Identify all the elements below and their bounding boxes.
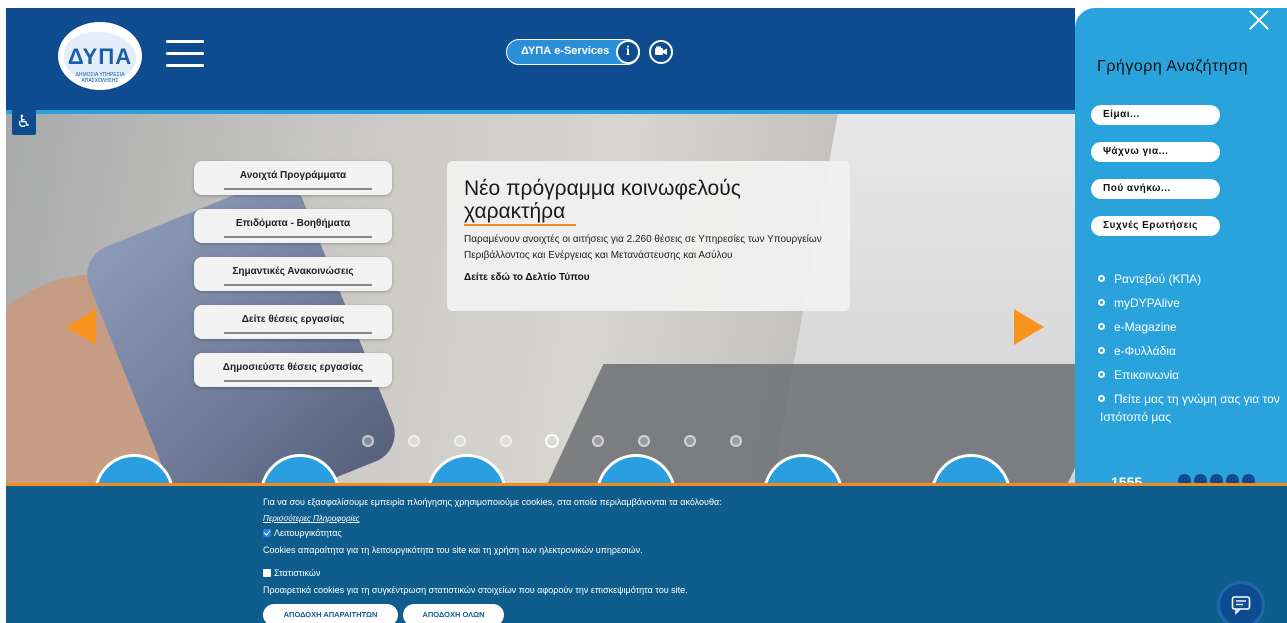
carousel-dot-4[interactable] — [500, 435, 512, 447]
quick-link-label: Πείτε μας τη γνώμη σας για τον Ιστότοπό … — [1100, 392, 1280, 424]
slide-press-release-link[interactable]: Δείτε εδώ το Δελτίο Τύπου — [464, 272, 834, 283]
bullet-icon — [1098, 275, 1105, 282]
checkbox-checked-icon[interactable] — [263, 529, 271, 537]
site-header: ΔΥΠΑ ΔΗΜΟΣΙΑ ΥΠΗΡΕΣΙΑ ΑΠΑΣΧΟΛΗΣΗΣ ΔΥΠΑ e… — [6, 8, 1075, 110]
announcements-label: Σημαντικές Ανακοινώσεις — [232, 266, 354, 277]
info-icon[interactable]: i — [616, 40, 640, 64]
carousel-prev-arrow-icon[interactable] — [66, 309, 96, 345]
bullet-icon — [1098, 323, 1105, 330]
benefits-label: Επιδόματα - Βοηθήματα — [235, 218, 351, 229]
logo-subtext: ΔΗΜΟΣΙΑ ΥΠΗΡΕΣΙΑ ΑΠΑΣΧΟΛΗΣΗΣ — [75, 72, 125, 84]
bullet-icon — [1098, 299, 1105, 306]
carousel-dot-1[interactable] — [362, 435, 374, 447]
i-am-button[interactable]: Είμαι... — [1091, 105, 1220, 125]
accept-all-button[interactable]: ΑΠΟΔΟΧΗ ΟΛΩΝ — [403, 604, 504, 623]
accessibility-icon[interactable]: ♿ — [12, 109, 36, 135]
looking-for-button[interactable]: Ψάχνω για... — [1091, 142, 1220, 162]
cookie-functional-option[interactable]: Λειτουργικότητας — [263, 528, 342, 538]
cookie-functional-label: Λειτουργικότητας — [274, 528, 342, 538]
quick-link-feedback[interactable]: Πείτε μας τη γνώμη σας για τον Ιστότοπό … — [1098, 390, 1285, 426]
video-camera-icon[interactable] — [649, 40, 673, 64]
page: ΔΥΠΑ ΔΗΜΟΣΙΑ ΥΠΗΡΕΣΙΑ ΑΠΑΣΧΟΛΗΣΗΣ ΔΥΠΑ e… — [6, 8, 1287, 623]
carousel-dot-9[interactable] — [730, 435, 742, 447]
quick-search-panel: Γρήγορη Αναζήτηση Είμαι... Ψάχνω για... … — [1075, 8, 1287, 490]
chat-icon[interactable] — [1220, 584, 1262, 623]
quick-link-contact[interactable]: Επικοινωνία — [1098, 366, 1180, 384]
bullet-icon — [1098, 371, 1105, 378]
announcements-button[interactable]: Σημαντικές Ανακοινώσεις — [194, 257, 392, 291]
quick-link-label: Επικοινωνία — [1114, 368, 1180, 382]
dypa-logo[interactable]: ΔΥΠΑ ΔΗΜΟΣΙΑ ΥΠΗΡΕΣΙΑ ΑΠΑΣΧΟΛΗΣΗΣ — [58, 22, 142, 90]
quick-link-appointment[interactable]: Ραντεβού (ΚΠΑ) — [1098, 270, 1202, 288]
hamburger-menu-icon[interactable] — [166, 40, 204, 68]
cookie-stats-desc: Προαιρετικά cookies για τη συγκέντρωση σ… — [263, 585, 688, 595]
cookie-functional-desc: Cookies απαραίτητα για τη λειτουργικότητ… — [263, 545, 643, 555]
post-jobs-label: Δημοσιεύστε θέσεις εργασίας — [222, 362, 364, 373]
quick-link-mydypalive[interactable]: myDYPAlive — [1098, 294, 1180, 312]
carousel-dot-6[interactable] — [592, 435, 604, 447]
view-jobs-button[interactable]: Δείτε θέσεις εργασίας — [194, 305, 392, 339]
carousel-dot-8[interactable] — [684, 435, 696, 447]
benefits-button[interactable]: Επιδόματα - Βοηθήματα — [194, 209, 392, 243]
cookie-stats-label: Στατιστικών — [274, 568, 321, 578]
quick-link-eleaflets[interactable]: e-Φυλλάδια — [1098, 342, 1176, 360]
carousel-dot-2[interactable] — [408, 435, 420, 447]
slide-title: Νέο πρόγραμμα κοινωφελούς χαρακτήρα — [464, 177, 741, 223]
slide-title-underline — [464, 224, 576, 226]
faq-button[interactable]: Συχνές Ερωτήσεις — [1091, 216, 1220, 236]
cookie-more-info-link[interactable]: Περισσότερες Πληροφορίες — [263, 514, 360, 523]
slide-body: Παραμένουν ανοιχτές οι αιτήσεις για 2.26… — [464, 234, 822, 261]
open-programs-label: Ανοιχτά Προγράμματα — [239, 170, 347, 181]
quick-link-label: e-Φυλλάδια — [1114, 344, 1176, 358]
cookie-stats-option[interactable]: Στατιστικών — [263, 568, 320, 578]
quick-link-emagazine[interactable]: e-Magazine — [1098, 318, 1177, 336]
quick-link-label: Ραντεβού (ΚΠΑ) — [1114, 272, 1202, 286]
accept-necessary-button[interactable]: ΑΠΟΔΟΧΗ ΑΠΑΡΑΙΤΗΤΩΝ — [263, 604, 398, 623]
logo-text: ΔΥΠΑ — [67, 44, 133, 69]
open-programs-button[interactable]: Ανοιχτά Προγράμματα — [194, 161, 392, 195]
carousel-dot-3[interactable] — [454, 435, 466, 447]
carousel-dot-7[interactable] — [638, 435, 650, 447]
cookie-banner: Για να σου εξασφαλίσουμε εμπειρία πλοήγη… — [6, 483, 1287, 623]
bullet-icon — [1098, 347, 1105, 354]
cookie-intro: Για να σου εξασφαλίσουμε εμπειρία πλοήγη… — [263, 497, 722, 507]
where-belong-button[interactable]: Πού ανήκω... — [1091, 179, 1220, 199]
quick-search-title: Γρήγορη Αναζήτηση — [1097, 58, 1249, 75]
quick-link-label: e-Magazine — [1114, 320, 1177, 334]
checkbox-unchecked-icon[interactable] — [263, 569, 271, 577]
close-icon[interactable] — [1249, 10, 1269, 30]
carousel-next-arrow-icon[interactable] — [1014, 309, 1044, 345]
quick-link-label: myDYPAlive — [1114, 296, 1180, 310]
bullet-icon — [1098, 395, 1105, 402]
view-jobs-label: Δείτε θέσεις εργασίας — [241, 314, 345, 325]
post-jobs-button[interactable]: Δημοσιεύστε θέσεις εργασίας — [194, 353, 392, 387]
carousel-dot-5[interactable] — [545, 434, 559, 448]
slide-card: Νέο πρόγραμμα κοινωφελούς χαρακτήρα Παρα… — [447, 161, 850, 311]
